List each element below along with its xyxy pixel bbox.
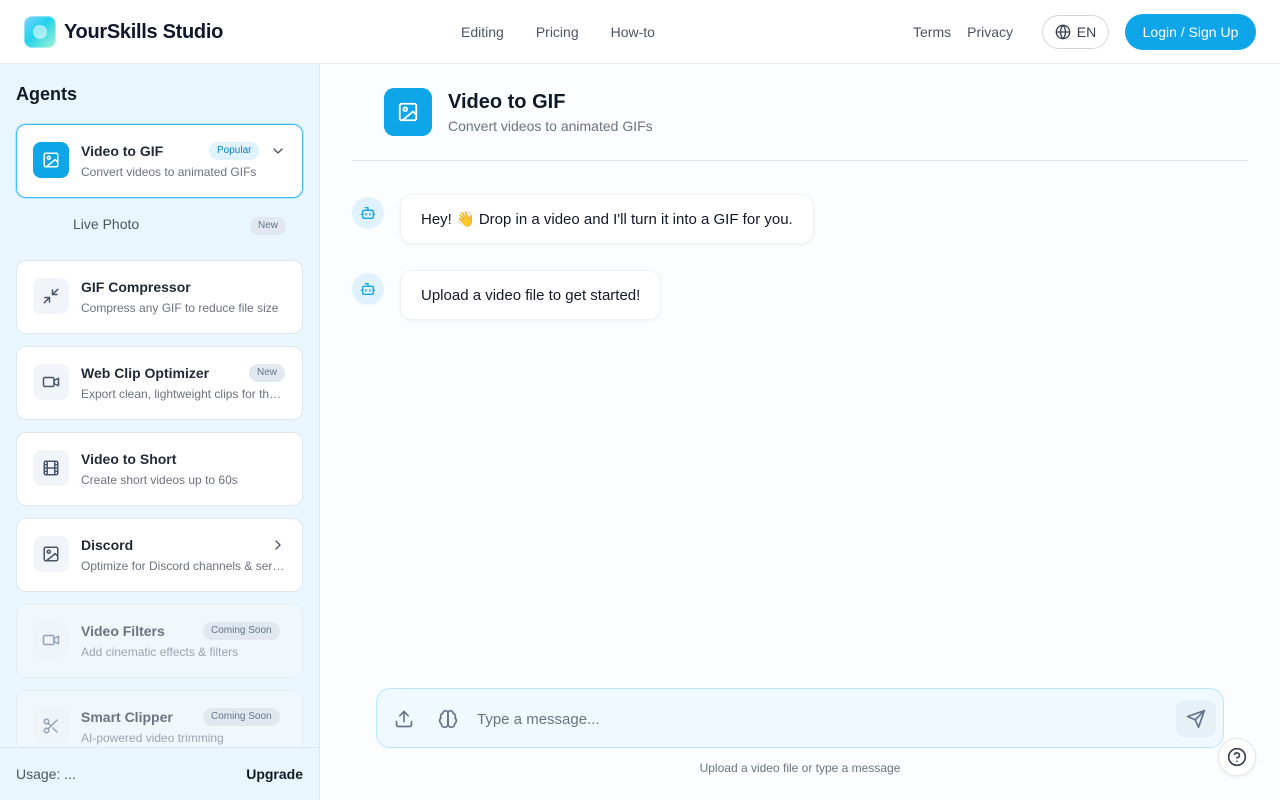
video-camera-icon bbox=[33, 622, 69, 658]
image-icon bbox=[33, 142, 69, 178]
main-nav: Editing Pricing How-to bbox=[461, 0, 655, 64]
header-divider bbox=[352, 160, 1248, 161]
agent-title: Web Clip Optimizer bbox=[81, 365, 210, 381]
video-camera-icon bbox=[33, 364, 69, 400]
composer-hint: Upload a video file or type a message bbox=[699, 761, 901, 775]
image-icon bbox=[33, 536, 69, 572]
upload-icon[interactable] bbox=[388, 703, 420, 735]
agent-subtitle: Convert videos to animated GIFs bbox=[448, 118, 653, 134]
film-icon bbox=[33, 450, 69, 486]
language-selector[interactable]: EN bbox=[1042, 15, 1109, 49]
agent-title: Discord bbox=[81, 537, 134, 553]
agent-title: Smart Clipper bbox=[81, 709, 173, 725]
sidebar-title: Agents bbox=[16, 84, 78, 104]
nav-link-pricing[interactable]: Pricing bbox=[536, 24, 579, 40]
chevron-right-icon[interactable] bbox=[270, 537, 286, 558]
agent-title: Video to GIF bbox=[448, 91, 566, 113]
sub-item-live-photo[interactable]: Live Photo New bbox=[73, 216, 286, 236]
language-label: EN bbox=[1076, 24, 1097, 40]
chevron-down-icon[interactable] bbox=[270, 143, 286, 164]
brand-logo bbox=[24, 16, 56, 48]
image-icon bbox=[384, 88, 432, 136]
coming-soon-badge: Coming Soon bbox=[203, 622, 280, 640]
agent-description: Optimize for Discord channels & servers bbox=[81, 559, 287, 573]
terms-link[interactable]: Terms bbox=[913, 24, 951, 40]
chat-main: Video to GIF Convert videos to animated … bbox=[320, 64, 1280, 800]
new-badge: New bbox=[249, 364, 286, 382]
agent-description: Compress any GIF to reduce file size bbox=[81, 301, 279, 315]
compress-arrows-icon bbox=[33, 278, 69, 314]
agent-card-web-clip-optimizer[interactable]: Web Clip Optimizer Export clean, lightwe… bbox=[16, 346, 303, 420]
nav-link-editing[interactable]: Editing bbox=[461, 24, 504, 40]
send-icon[interactable] bbox=[1176, 700, 1216, 738]
message-composer bbox=[376, 688, 1224, 748]
agent-card-video-filters: Video Filters Add cinematic effects & fi… bbox=[16, 604, 303, 678]
agent-description: Add cinematic effects & filters bbox=[81, 645, 239, 659]
privacy-link[interactable]: Privacy bbox=[967, 24, 1013, 40]
agent-title: Video to Short bbox=[81, 451, 177, 467]
scissors-icon bbox=[33, 708, 69, 744]
bot-avatar-icon bbox=[352, 273, 384, 305]
sub-item-label: Live Photo bbox=[73, 216, 140, 232]
agent-title: Video Filters bbox=[81, 623, 165, 639]
sidebar-footer: Usage: ... Upgrade bbox=[0, 747, 319, 800]
coming-soon-badge: Coming Soon bbox=[203, 708, 280, 726]
nav-link-how-to[interactable]: How-to bbox=[611, 24, 655, 40]
globe-icon bbox=[1055, 24, 1071, 40]
message-input[interactable] bbox=[477, 707, 1167, 731]
agent-card-video-to-short[interactable]: Video to Short Create short videos up to… bbox=[16, 432, 303, 506]
login-signup-button[interactable]: Login / Sign Up bbox=[1125, 14, 1256, 50]
agent-description: Export clean, lightweight clips for the … bbox=[81, 387, 287, 401]
help-icon[interactable] bbox=[1218, 738, 1256, 776]
agent-title: Video to GIF bbox=[81, 143, 164, 159]
agent-description: Convert videos to animated GIFs bbox=[81, 165, 257, 179]
brand[interactable]: YourSkills Studio bbox=[24, 16, 223, 48]
bot-avatar-icon bbox=[352, 197, 384, 229]
upgrade-button[interactable]: Upgrade bbox=[246, 766, 303, 782]
legal-links: Terms Privacy bbox=[913, 0, 1013, 64]
agent-card-discord[interactable]: Discord Optimize for Discord channels & … bbox=[16, 518, 303, 592]
agent-description: AI-powered video trimming bbox=[81, 731, 224, 745]
top-header: YourSkills Studio Editing Pricing How-to… bbox=[0, 0, 1280, 64]
brain-icon[interactable] bbox=[432, 703, 464, 735]
agent-card-video-to-gif[interactable]: Video to GIF Convert videos to animated … bbox=[16, 124, 303, 198]
brand-name: YourSkills Studio bbox=[64, 20, 223, 43]
popular-badge: Popular bbox=[209, 142, 260, 160]
bot-message: Upload a video file to get started! bbox=[400, 270, 662, 320]
agent-card-gif-compressor[interactable]: GIF Compressor Compress any GIF to reduc… bbox=[16, 260, 303, 334]
agent-title: GIF Compressor bbox=[81, 279, 191, 295]
bot-message: Hey! 👋 Drop in a video and I'll turn it … bbox=[400, 194, 814, 244]
agents-sidebar: Agents Video to GIF Convert videos to an… bbox=[0, 64, 320, 800]
new-badge: New bbox=[249, 217, 286, 235]
agent-description: Create short videos up to 60s bbox=[81, 473, 238, 487]
usage-label: Usage: ... bbox=[16, 766, 76, 782]
